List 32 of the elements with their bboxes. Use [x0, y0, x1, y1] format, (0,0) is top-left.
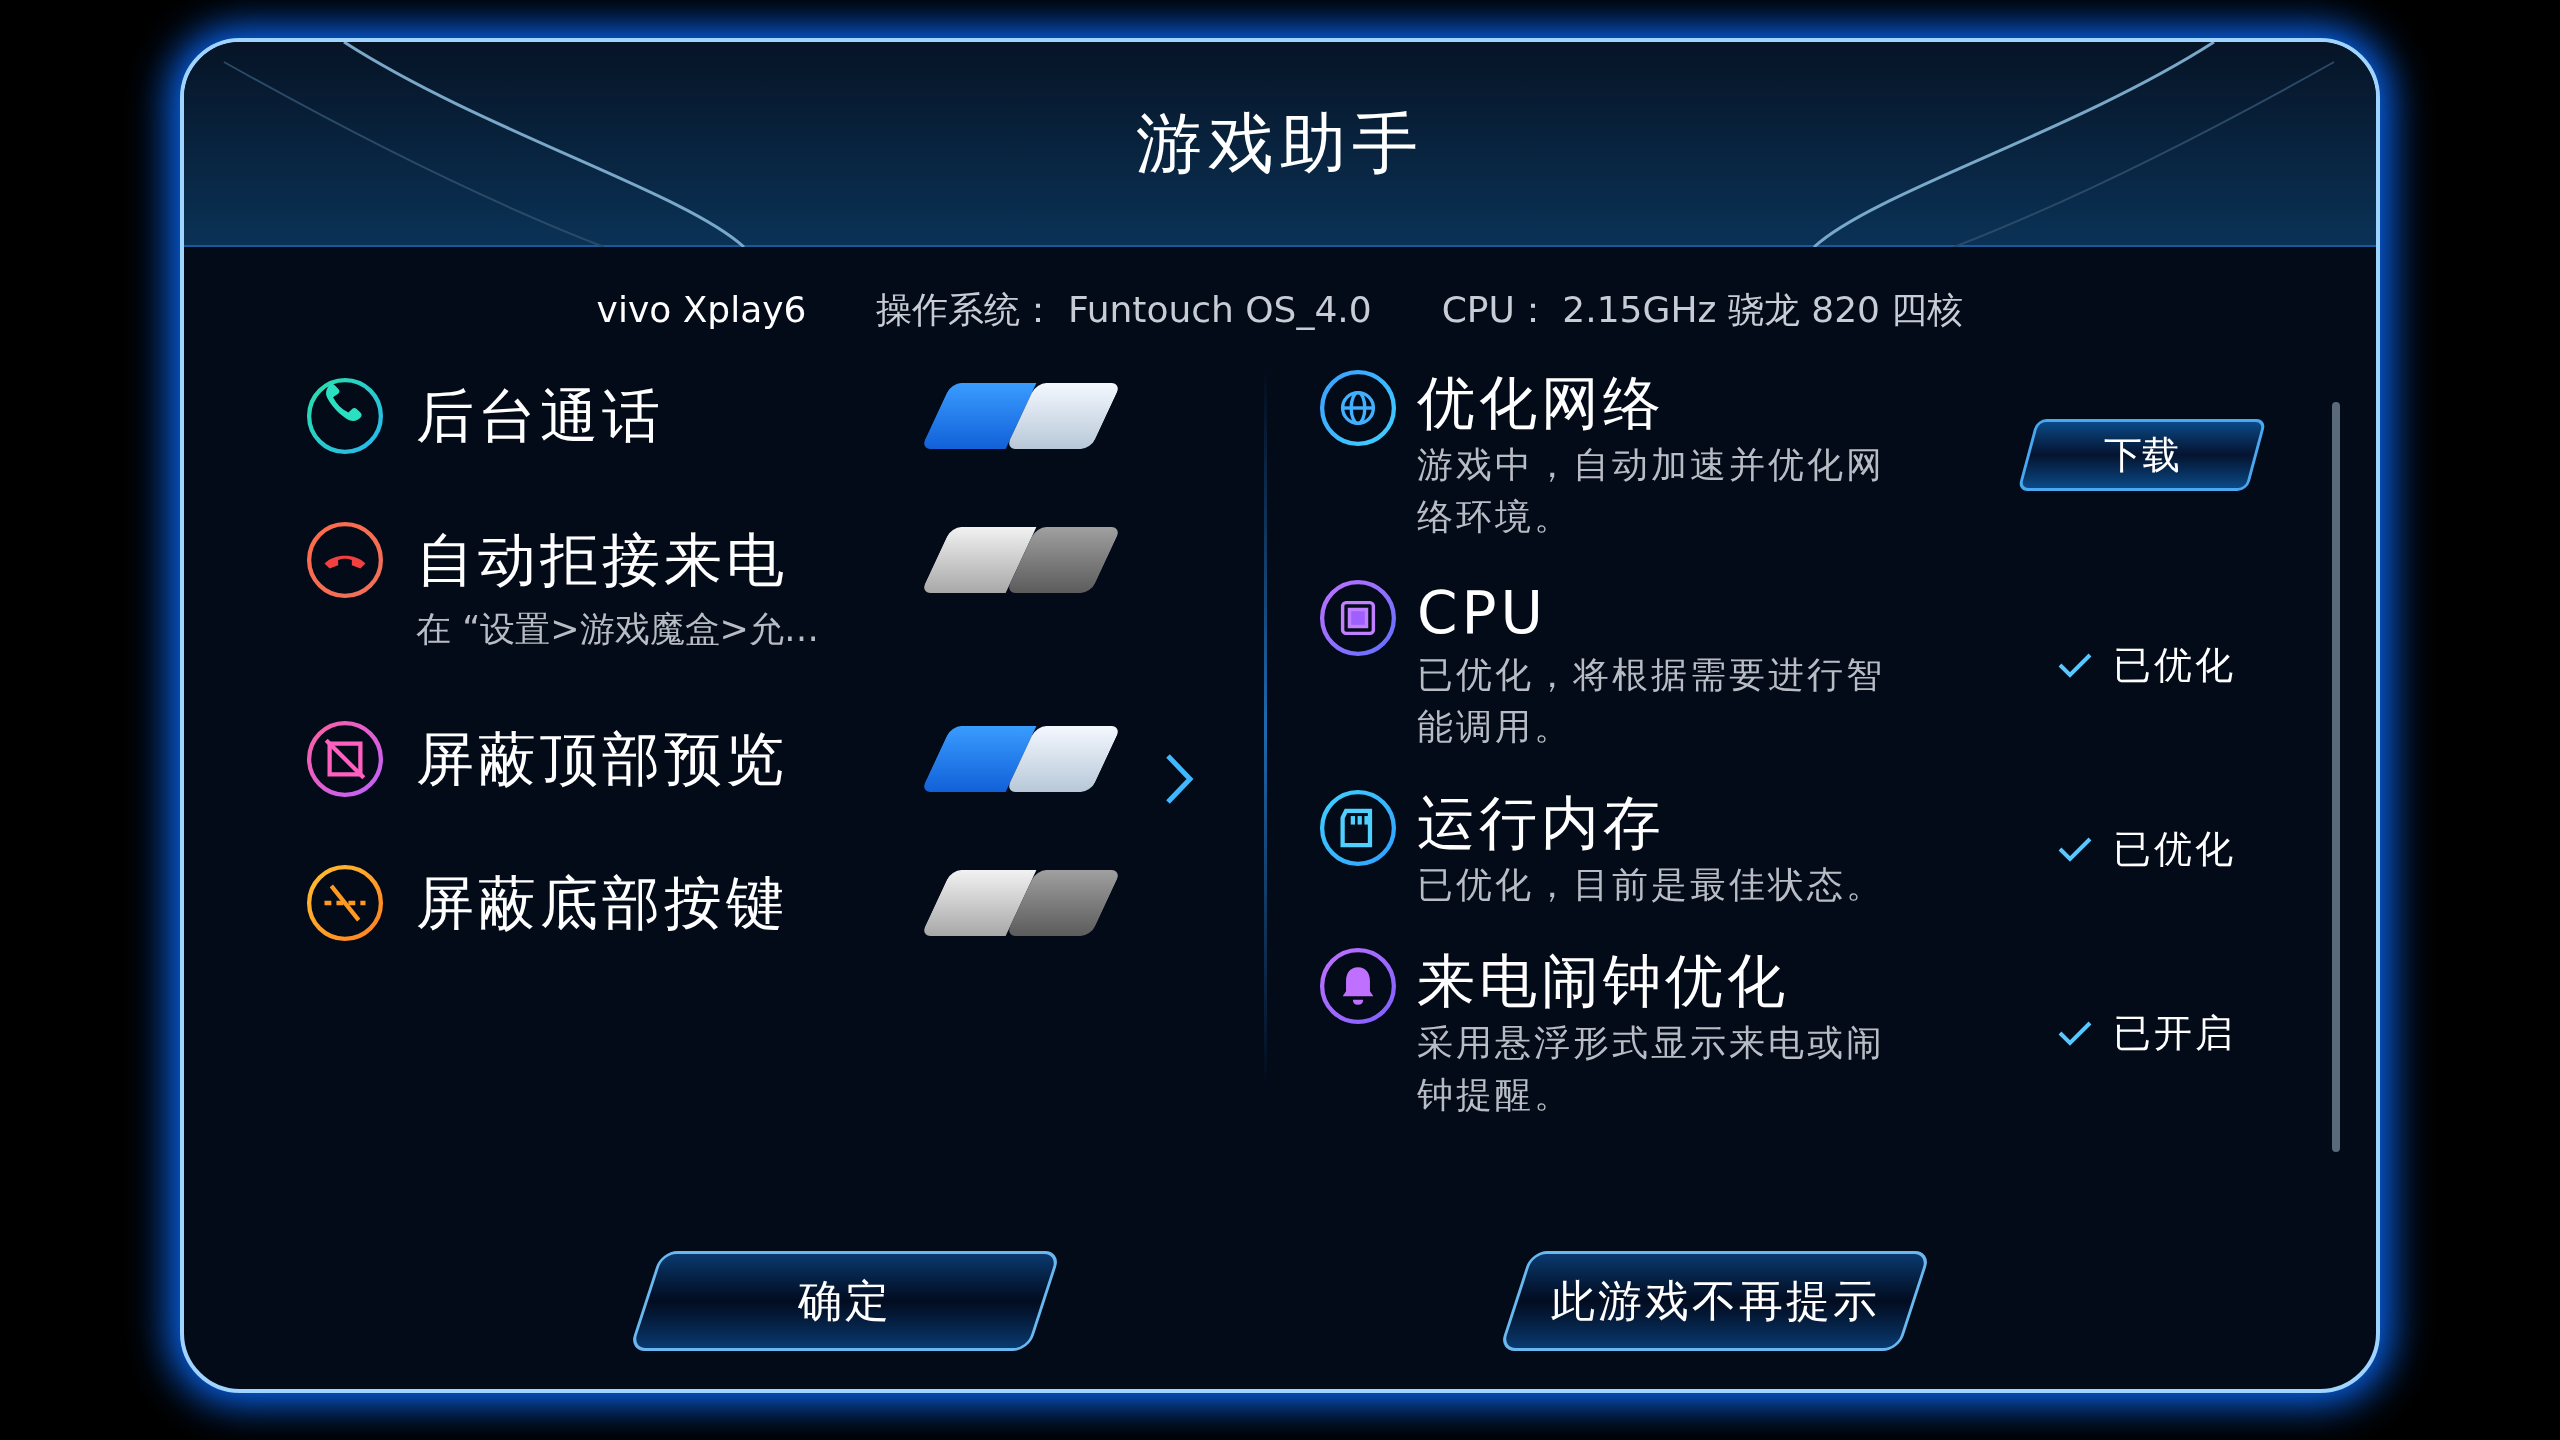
chip-icon — [1317, 577, 1399, 659]
memory-card-icon — [1317, 787, 1399, 869]
setting-label: 屏蔽底部按键 — [416, 867, 789, 939]
status-text: 已优化 — [2113, 825, 2236, 873]
dialog-title: 游戏助手 — [1136, 104, 1424, 184]
optimization-description: 已优化，目前是最佳状态。 — [1417, 863, 1886, 907]
setting-description: 在 “设置>游戏魔盒>允… — [416, 608, 820, 651]
optimization-description: 游戏中，自动加速并优化网络环境。 — [1417, 443, 1886, 539]
checkmark-icon — [2057, 1019, 2093, 1047]
status-text: 已优化 — [2113, 641, 2236, 689]
optimization-title: 运行内存 — [1417, 788, 1666, 859]
download-button[interactable]: 下载 — [2017, 419, 2267, 491]
optimization-description: 采用悬浮形式显示来电或闹钟提醒。 — [1417, 1021, 1886, 1117]
scrollbar[interactable] — [2332, 402, 2340, 1152]
device-info-text: CPU： 2.15GHz 骁龙 820 四核 — [1441, 288, 1964, 332]
chevron-right-icon[interactable] — [1164, 752, 1194, 806]
setting-label: 后台通话 — [416, 381, 665, 452]
globe-icon — [1317, 367, 1399, 449]
checkmark-icon — [2057, 835, 2093, 863]
phone-icon — [304, 375, 386, 457]
checkmark-icon — [2057, 651, 2093, 679]
device-info-text: vivo Xplay6 — [596, 288, 807, 332]
bell-icon — [1317, 945, 1399, 1027]
status-text: 已开启 — [2113, 1009, 2236, 1057]
optimization-description: 已优化，将根据需要进行智能调用。 — [1417, 653, 1886, 749]
optimization-title: 来电闹钟优化 — [1417, 946, 1790, 1017]
hang-up-icon — [304, 519, 386, 601]
setting-label: 屏蔽顶部预览 — [416, 723, 789, 795]
setting-label: 自动拒接来电 — [416, 525, 789, 596]
optimization-title: 优化网络 — [1417, 368, 1666, 439]
optimization-title: CPU — [1417, 578, 1548, 649]
device-info-text: 操作系统： Funtouch OS_4.0 — [876, 288, 1372, 332]
